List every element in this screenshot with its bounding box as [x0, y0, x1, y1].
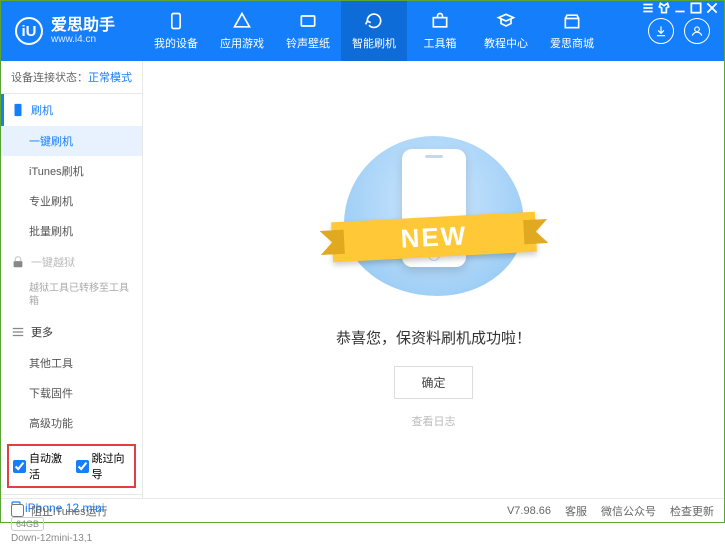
wechat-link[interactable]: 微信公众号: [601, 503, 656, 519]
nav-label: 应用游戏: [220, 35, 264, 51]
auto-activate-input[interactable]: [13, 460, 26, 473]
section-label: 更多: [31, 324, 53, 340]
version-text: V7.98.66: [507, 505, 551, 517]
apps-icon: [232, 11, 252, 31]
ok-button[interactable]: 确定: [394, 366, 472, 399]
sidebar-item-other-tools[interactable]: 其他工具: [1, 348, 142, 378]
support-link[interactable]: 客服: [565, 503, 587, 519]
checkbox-label: 阻止iTunes运行: [31, 503, 108, 519]
jailbreak-note: 越狱工具已转移至工具箱: [1, 278, 142, 316]
nav-ringtones[interactable]: 铃声壁纸: [275, 1, 341, 61]
nav-tutorials[interactable]: 教程中心: [473, 1, 539, 61]
checkbox-skip-guide[interactable]: 跳过向导: [76, 450, 131, 482]
section-label: 一键越狱: [31, 254, 75, 270]
status-value: 正常模式: [88, 72, 132, 84]
minimize-button[interactable]: [673, 1, 687, 15]
block-itunes-input[interactable]: [11, 504, 24, 517]
main-nav: 我的设备 应用游戏 铃声壁纸 智能刷机 工具箱 教程中心 爱思商城: [143, 1, 648, 61]
more-icon: [11, 325, 25, 339]
sidebar-section-flash[interactable]: 刷机: [1, 94, 142, 126]
nav-toolbox[interactable]: 工具箱: [407, 1, 473, 61]
nav-apps-games[interactable]: 应用游戏: [209, 1, 275, 61]
menu-button[interactable]: [641, 1, 655, 15]
phone-icon: [11, 103, 25, 117]
download-button[interactable]: [648, 18, 674, 44]
options-highlight-box: 自动激活 跳过向导: [7, 444, 136, 488]
tutorial-icon: [496, 11, 516, 31]
nav-label: 教程中心: [484, 35, 528, 51]
sidebar-item-advanced[interactable]: 高级功能: [1, 408, 142, 438]
nav-store[interactable]: 爱思商城: [539, 1, 605, 61]
sidebar-item-batch-flash[interactable]: 批量刷机: [1, 216, 142, 246]
flash-icon: [364, 11, 384, 31]
storage-badge: 64GB: [11, 517, 44, 531]
main-content: NEW 恭喜您，保资料刷机成功啦！ 确定 查看日志: [143, 61, 724, 498]
skip-guide-input[interactable]: [76, 460, 89, 473]
app-logo: iU 爱思助手 www.i4.cn: [1, 17, 143, 45]
nav-label: 我的设备: [154, 35, 198, 51]
checkbox-block-itunes[interactable]: 阻止iTunes运行: [11, 503, 108, 519]
sidebar-item-download-firmware[interactable]: 下载固件: [1, 378, 142, 408]
sidebar-item-itunes-flash[interactable]: iTunes刷机: [1, 156, 142, 186]
logo-icon: iU: [15, 17, 43, 45]
sidebar-section-more[interactable]: 更多: [1, 316, 142, 348]
sidebar: 设备连接状态：正常模式 刷机 一键刷机 iTunes刷机 专业刷机 批量刷机 一…: [1, 61, 143, 498]
app-name: 爱思助手: [51, 18, 115, 34]
connection-status: 设备连接状态：正常模式: [1, 61, 142, 94]
nav-label: 工具箱: [424, 35, 457, 51]
lock-icon: [11, 255, 25, 269]
sidebar-section-jailbreak: 一键越狱: [1, 246, 142, 278]
sidebar-item-onekey-flash[interactable]: 一键刷机: [1, 126, 142, 156]
toolbox-icon: [430, 11, 450, 31]
sidebar-item-pro-flash[interactable]: 专业刷机: [1, 186, 142, 216]
success-illustration: NEW: [324, 131, 544, 301]
checkbox-auto-activate[interactable]: 自动激活: [13, 450, 68, 482]
success-message: 恭喜您，保资料刷机成功啦！: [336, 327, 531, 348]
store-icon: [562, 11, 582, 31]
nav-label: 智能刷机: [352, 35, 396, 51]
user-button[interactable]: [684, 18, 710, 44]
checkbox-label: 自动激活: [29, 450, 68, 482]
section-label: 刷机: [31, 102, 53, 118]
view-log-link[interactable]: 查看日志: [412, 413, 456, 429]
app-url: www.i4.cn: [51, 34, 115, 45]
titlebar: iU 爱思助手 www.i4.cn 我的设备 应用游戏 铃声壁纸 智能刷机 工具…: [1, 1, 724, 61]
maximize-button[interactable]: [689, 1, 703, 15]
media-icon: [298, 11, 318, 31]
device-icon: [166, 11, 186, 31]
nav-label: 爱思商城: [550, 35, 594, 51]
skin-button[interactable]: [657, 1, 671, 15]
status-label: 设备连接状态：: [11, 72, 88, 84]
check-update-link[interactable]: 检查更新: [670, 503, 714, 519]
checkbox-label: 跳过向导: [92, 450, 131, 482]
window-controls: [635, 0, 725, 16]
device-detail: Down-12mini-13,1: [11, 533, 132, 544]
nav-smart-flash[interactable]: 智能刷机: [341, 1, 407, 61]
close-button[interactable]: [705, 1, 719, 15]
nav-my-device[interactable]: 我的设备: [143, 1, 209, 61]
nav-label: 铃声壁纸: [286, 35, 330, 51]
